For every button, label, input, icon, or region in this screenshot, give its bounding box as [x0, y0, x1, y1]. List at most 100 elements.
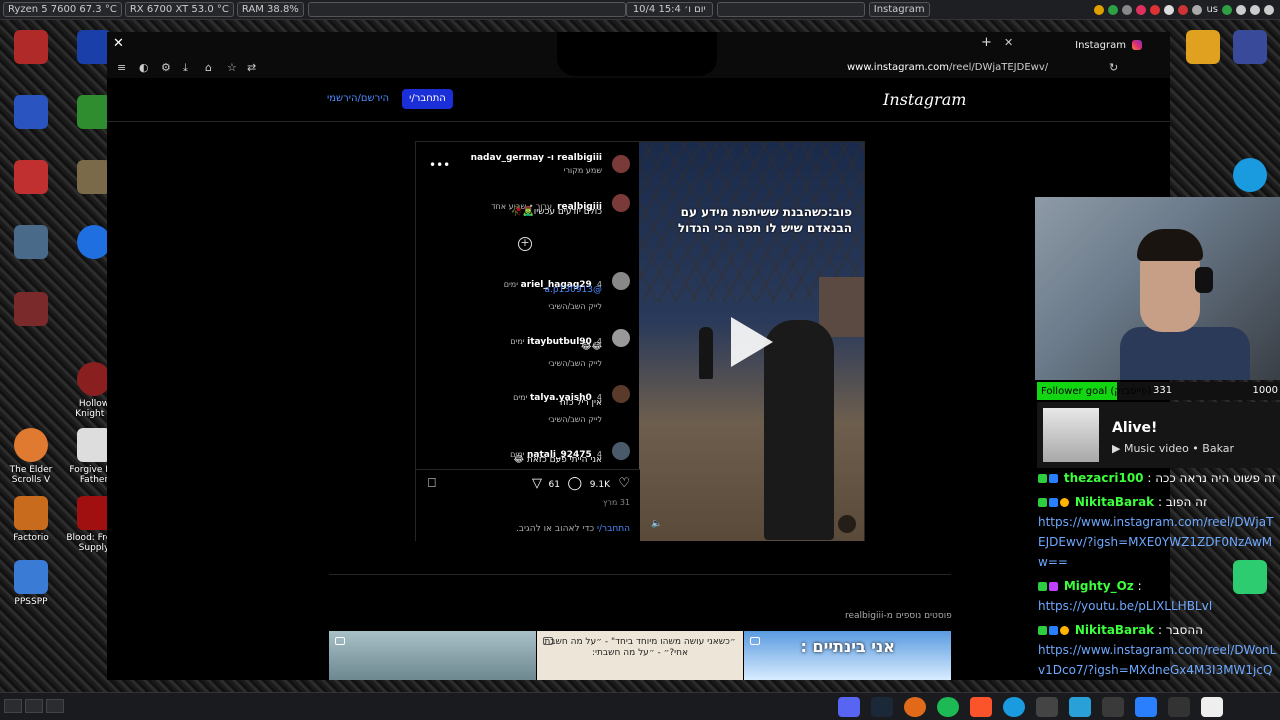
tagged-users-icon[interactable]: [838, 515, 856, 533]
brave-icon[interactable]: [970, 697, 992, 717]
comment-actions[interactable]: לייק השב/השיבי: [548, 415, 602, 424]
desktop-icon[interactable]: [1222, 30, 1278, 67]
post-actions: ♡ 9.1K ◯ 61 ▽ ⎕ 31 מרץ התחבר/י כדי לאהוב…: [416, 469, 640, 541]
tray-app-icon[interactable]: [1122, 4, 1133, 15]
new-tab-button[interactable]: +: [981, 35, 992, 50]
like-heart-icon[interactable]: ♡: [618, 476, 630, 491]
kick-badge-icon: [1038, 474, 1047, 483]
settings-icon[interactable]: ⚙: [161, 61, 171, 74]
clock[interactable]: 10/4 יום ו׳ 15:4: [625, 2, 713, 17]
tray-app-icon[interactable]: [1192, 4, 1203, 15]
file-manager-icon[interactable]: [1102, 697, 1124, 717]
volume-icon[interactable]: [1236, 4, 1246, 15]
post-thumbnail[interactable]: אני בינתיים :: [744, 631, 951, 680]
track-artist: Music video • Bakar: [1123, 442, 1235, 455]
play-icon[interactable]: [731, 317, 773, 367]
share-icon[interactable]: ▽: [532, 476, 542, 491]
tray-steam-icon[interactable]: [1164, 4, 1175, 15]
avatar[interactable]: [612, 272, 630, 290]
webcam-overlay: [1035, 197, 1280, 380]
firefox-icon[interactable]: [904, 697, 926, 717]
obs-icon[interactable]: [1036, 697, 1058, 717]
url-text[interactable]: www.instagram.com/reel/DWjaTEJDEwv/: [847, 62, 1048, 73]
browser-app-icon[interactable]: [1003, 697, 1025, 717]
tray-app-icon[interactable]: [1094, 4, 1105, 15]
network-icon[interactable]: [1250, 4, 1260, 15]
post-thumbnail[interactable]: [329, 631, 536, 680]
chat-link[interactable]: https://www.instagram.com/reel/DWonLv1Dc…: [1038, 640, 1280, 680]
avatar[interactable]: [612, 329, 630, 347]
desktop-icon[interactable]: [3, 30, 59, 67]
terminal-icon[interactable]: [1168, 697, 1190, 717]
follower-goal-label: Follower goal (פייסבוק): [1041, 385, 1151, 397]
instagram-page: Instagram התחבר/י הירשם/הירשמי פוב:כשהבנ…: [107, 78, 1170, 680]
bookmark-star-icon[interactable]: ☆: [227, 61, 237, 74]
tray-record-icon[interactable]: [1136, 4, 1147, 15]
post-owner[interactable]: realbigiii ו- nadav_germay: [471, 153, 602, 163]
tray-app-icon[interactable]: [1222, 4, 1232, 15]
audio-label[interactable]: שמע מקורי: [564, 166, 602, 175]
back-icon[interactable]: ◐: [139, 61, 149, 74]
chat-link[interactable]: https://www.instagram.com/reel/DWjaTEJDE…: [1038, 512, 1280, 572]
comment-icon[interactable]: ◯: [567, 476, 582, 491]
spotify-icon[interactable]: [937, 697, 959, 717]
load-more-comments-icon[interactable]: +: [518, 237, 532, 251]
workspace-button[interactable]: [4, 699, 22, 713]
download-icon[interactable]: ⤓: [183, 61, 188, 75]
more-posts-grid: ״כשאני עושה משהו מיוחד ביחד" - ״על מה חש…: [329, 631, 951, 680]
notifications-icon[interactable]: [1264, 4, 1274, 15]
discord-icon[interactable]: [838, 697, 860, 717]
reel-video[interactable]: פוב:כשהבנת ששיתפת מידע עם הבנאדם שיש לו …: [639, 142, 864, 541]
comment-actions[interactable]: לייק השב/השיבי: [548, 359, 602, 368]
app-icon: [14, 225, 48, 259]
kick-badge-icon: [1038, 626, 1047, 635]
chat-text: זה פשוט היה נראה ככה: [1155, 471, 1276, 485]
signup-link[interactable]: הירשם/הירשמי: [327, 93, 389, 104]
keyboard-layout[interactable]: us: [1206, 4, 1218, 15]
comments-count[interactable]: 61: [549, 480, 560, 490]
cpu-stat: Ryzen 5 7600 67.3 °C: [3, 2, 122, 17]
post-thumbnail[interactable]: ״כשאני עושה משהו מיוחד ביחד" - ״על מה חש…: [536, 631, 744, 680]
tray-app-icon[interactable]: [1178, 4, 1189, 15]
menu-icon[interactable]: ≡: [117, 61, 126, 74]
tab-instagram[interactable]: Instagram: [1012, 35, 1142, 55]
avatar[interactable]: [612, 385, 630, 403]
login-prompt-link[interactable]: התחבר/י: [597, 524, 630, 534]
tray-app-icon[interactable]: [1150, 4, 1161, 15]
desktop-icon[interactable]: [3, 160, 59, 197]
tray-app-icon[interactable]: [1108, 4, 1119, 15]
layers-app-icon[interactable]: [1069, 697, 1091, 717]
more-options-icon[interactable]: •••: [429, 158, 450, 172]
instagram-logo[interactable]: Instagram: [883, 90, 966, 109]
desktop-icon[interactable]: [1222, 158, 1278, 195]
store-icon[interactable]: [1135, 697, 1157, 717]
comment-actions[interactable]: לייק השב/השיבי: [548, 302, 602, 311]
taskbar: [0, 692, 1280, 720]
comment-text[interactable]: @a.p130913: [545, 285, 602, 295]
desktop-icon-elder-scrolls[interactable]: The Elder Scrolls V: [3, 428, 59, 485]
save-bookmark-icon[interactable]: ⎕: [428, 476, 436, 491]
desktop-icon-factorio[interactable]: Factorio: [3, 496, 59, 543]
avatar[interactable]: [612, 155, 630, 173]
avatar[interactable]: [612, 194, 630, 212]
reload-icon[interactable]: ↻: [1109, 61, 1118, 74]
kick-badge-icon: [1038, 498, 1047, 507]
mute-icon[interactable]: 🔈: [651, 519, 662, 529]
desktop-icon-ppsspp[interactable]: PPSSPP: [3, 560, 59, 607]
likes-count[interactable]: 9.1K: [590, 480, 610, 490]
desktop-icon[interactable]: [3, 292, 59, 329]
workspace-button[interactable]: [46, 699, 64, 713]
chat-message: NikitaBarak : זה הפוב https://www.instag…: [1038, 492, 1280, 572]
login-button[interactable]: התחבר/י: [402, 89, 453, 109]
chat-link[interactable]: https://youtu.be/pLIXLLHBLvI: [1038, 596, 1280, 616]
desktop-icon[interactable]: [3, 225, 59, 262]
translate-icon[interactable]: ⇄: [247, 61, 256, 74]
avatar[interactable]: [612, 442, 630, 460]
app-icon[interactable]: [1201, 697, 1223, 717]
workspace-button[interactable]: [25, 699, 43, 713]
home-icon[interactable]: ⌂: [205, 61, 212, 74]
steam-icon[interactable]: [871, 697, 893, 717]
desktop-icon[interactable]: [3, 95, 59, 132]
url-bar[interactable]: ≡ ◐ ⚙ ⤓ ⌂ ☆ ⇄ www.instagram.com/reel/DWj…: [107, 56, 1170, 78]
close-window-icon[interactable]: ✕: [113, 36, 124, 51]
